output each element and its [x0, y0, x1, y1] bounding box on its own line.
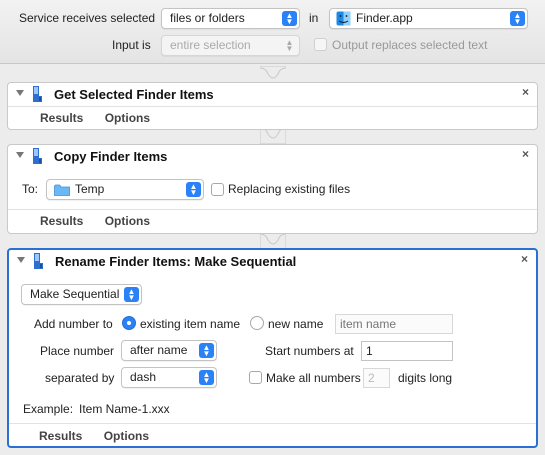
make-all-numbers-label: Make all numbers: [266, 371, 361, 385]
separated-by-label: separated by: [45, 371, 115, 385]
destination-value: Temp: [75, 182, 105, 196]
action-rename-finder-items[interactable]: Rename Finder Items: Make Sequential × M…: [7, 248, 538, 448]
start-numbers-input[interactable]: 1: [361, 341, 453, 361]
chevron-updown-icon: ▲ ▼: [199, 370, 214, 385]
destination-popup[interactable]: Temp ▲ ▼: [46, 179, 204, 200]
input-is-popup[interactable]: entire selection ▲ ▼: [161, 35, 300, 56]
action-tabs: Results Options: [40, 214, 168, 228]
input-type-popup[interactable]: files or folders ▲ ▼: [161, 8, 300, 29]
replacing-existing-checkbox[interactable]: [211, 183, 224, 196]
automator-icon: [33, 148, 42, 164]
place-number-value: after name: [130, 343, 188, 357]
new-name-label: new name: [268, 317, 324, 331]
separator-value: dash: [130, 370, 157, 384]
example-value: Item Name-1.xxx: [79, 402, 170, 416]
finder-icon: [336, 11, 351, 26]
connector-notch-icon: [260, 66, 286, 79]
separator-popup[interactable]: dash ▲ ▼: [121, 367, 217, 388]
divider: [9, 423, 536, 424]
options-tab[interactable]: Options: [105, 214, 150, 228]
input-is-value: entire selection: [170, 38, 251, 52]
results-tab[interactable]: Results: [40, 111, 83, 125]
replacing-existing-label: Replacing existing files: [228, 182, 351, 196]
connector-notch-icon: [260, 128, 286, 144]
action-get-selected-finder-items[interactable]: Get Selected Finder Items × Results Opti…: [7, 82, 538, 130]
automator-icon: [33, 86, 42, 102]
divider: [8, 209, 537, 210]
example-label: Example:: [23, 402, 74, 416]
chevron-updown-icon: ▲ ▼: [199, 343, 214, 358]
chevron-updown-icon: ▲ ▼: [510, 11, 525, 26]
existing-item-name-label: existing item name: [140, 317, 241, 331]
chevron-updown-icon: ▲ ▼: [282, 11, 297, 26]
disclosure-triangle-icon[interactable]: [16, 152, 24, 158]
application-popup[interactable]: Finder.app ▲ ▼: [329, 8, 528, 29]
options-tab[interactable]: Options: [104, 429, 149, 443]
action-header: Get Selected Finder Items ×: [8, 83, 537, 105]
new-name-radio[interactable]: [250, 316, 264, 330]
start-numbers-label: Start numbers at: [265, 344, 354, 358]
options-tab[interactable]: Options: [105, 111, 150, 125]
action-tabs: Results Options: [39, 429, 167, 443]
disclosure-triangle-icon[interactable]: [16, 90, 24, 96]
digits-long-label: digits long: [398, 371, 453, 385]
rename-mode-value: Make Sequential: [30, 287, 120, 301]
results-tab[interactable]: Results: [39, 429, 82, 443]
make-all-numbers-checkbox[interactable]: [249, 371, 262, 384]
action-title: Get Selected Finder Items: [54, 87, 214, 102]
automator-icon: [34, 253, 43, 269]
output-replaces-label: Output replaces selected text: [332, 38, 488, 52]
disclosure-triangle-icon[interactable]: [17, 257, 25, 263]
action-tabs: Results Options: [40, 111, 168, 125]
chevron-updown-icon: ▲ ▼: [186, 182, 201, 197]
application-value: Finder.app: [356, 11, 413, 25]
close-icon[interactable]: ×: [521, 252, 528, 266]
rename-mode-popup[interactable]: Make Sequential ▲ ▼: [21, 284, 142, 305]
place-number-label: Place number: [40, 344, 115, 358]
close-icon[interactable]: ×: [522, 147, 529, 161]
chevron-updown-icon: ▲ ▼: [285, 37, 294, 53]
output-replaces-checkbox[interactable]: [314, 38, 327, 51]
folder-icon: [54, 184, 70, 196]
results-tab[interactable]: Results: [40, 214, 83, 228]
input-type-value: files or folders: [170, 11, 245, 25]
digits-input[interactable]: 2: [363, 368, 390, 388]
action-title: Rename Finder Items: Make Sequential: [55, 254, 297, 269]
place-number-popup[interactable]: after name ▲ ▼: [121, 340, 217, 361]
action-title: Copy Finder Items: [54, 149, 168, 164]
add-number-to-label: Add number to: [34, 317, 113, 331]
chevron-updown-icon: ▲ ▼: [124, 287, 139, 302]
divider: [8, 106, 537, 107]
service-receives-label: Service receives selected: [19, 11, 156, 25]
action-header: Rename Finder Items: Make Sequential ×: [9, 250, 536, 272]
action-copy-finder-items[interactable]: Copy Finder Items × To: Temp ▲ ▼ Replacin…: [7, 144, 538, 234]
to-label: To:: [22, 182, 39, 196]
existing-item-name-radio[interactable]: [122, 316, 136, 330]
input-is-label: Input is: [112, 38, 151, 52]
action-header: Copy Finder Items ×: [8, 145, 537, 167]
new-name-input[interactable]: [335, 314, 453, 334]
service-settings-bar: Service receives selected files or folde…: [0, 0, 545, 64]
close-icon[interactable]: ×: [522, 85, 529, 99]
in-label: in: [309, 11, 319, 25]
